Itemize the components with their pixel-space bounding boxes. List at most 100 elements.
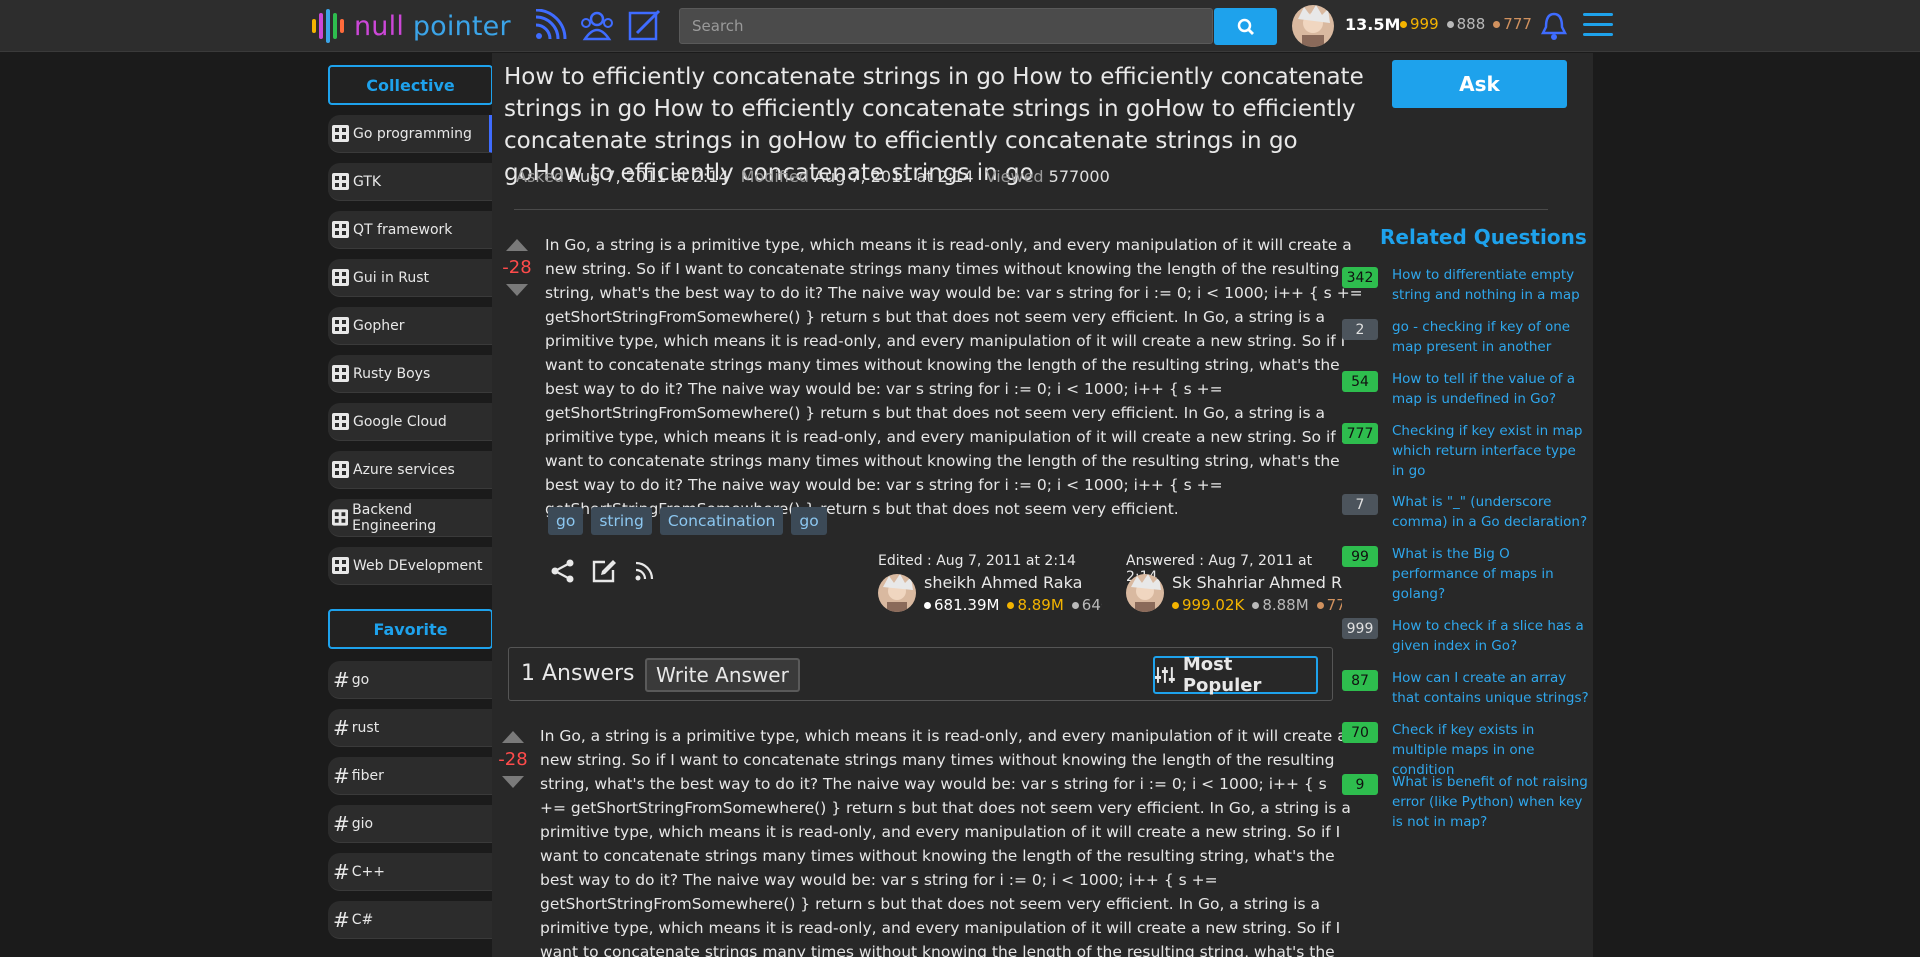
related-question-link[interactable]: What is "_" (underscore comma) in a Go d… — [1392, 492, 1592, 532]
collective-icon — [332, 365, 349, 382]
answers-header: 1 Answers Write Answer Most Populer — [508, 647, 1333, 701]
avatar-image — [1126, 574, 1164, 612]
gold-badge: 999 — [1400, 15, 1439, 33]
favorite-item[interactable]: # go — [328, 661, 493, 699]
related-question-link[interactable]: Checking if key exist in map which retur… — [1392, 421, 1592, 481]
answerer-bronze: 777 — [1316, 596, 1342, 614]
answerer-avatar[interactable] — [1126, 574, 1164, 612]
search-button[interactable] — [1214, 8, 1277, 45]
editor-rep: 681.39M — [924, 596, 999, 614]
edit-icon[interactable] — [591, 558, 617, 584]
tag[interactable]: go — [548, 507, 584, 535]
editor-name[interactable]: sheikh Ahmed Raka — [924, 573, 1082, 592]
favorite-item[interactable]: # C# — [328, 901, 493, 939]
answerer-silver-value: 8.88M — [1262, 596, 1309, 614]
collective-item[interactable]: Go programming — [328, 115, 493, 153]
collective-item[interactable]: Backend Engineering — [328, 499, 493, 537]
related-question-link[interactable]: How to differentiate empty string and no… — [1392, 265, 1592, 305]
related-question-link[interactable]: How can I create an array that contains … — [1392, 668, 1592, 708]
ask-button[interactable]: Ask — [1392, 60, 1567, 108]
collective-item[interactable]: Web DEvelopment — [328, 547, 493, 585]
collective-heading[interactable]: Collective — [328, 65, 493, 105]
answerer-card: Answered : Aug 7, 2011 at 2:14 Sk Shahri… — [1120, 553, 1342, 623]
editor-avatar[interactable] — [878, 574, 916, 612]
related-question-link[interactable]: go - checking if key of one map present … — [1392, 317, 1592, 357]
collective-label: GTK — [353, 173, 382, 190]
collective-label: Azure services — [353, 461, 455, 478]
favorite-label: C++ — [351, 863, 386, 880]
user-avatar[interactable] — [1292, 5, 1334, 47]
answerer-stats: 999.02K 8.88M 777 — [1172, 596, 1342, 614]
collective-icon — [332, 413, 349, 430]
upvote-icon[interactable] — [502, 731, 524, 743]
collective-item[interactable]: GTK — [328, 163, 493, 201]
favorite-item[interactable]: # gio — [328, 805, 493, 843]
edit-icon[interactable] — [627, 9, 663, 43]
collective-item[interactable]: Gui in Rust — [328, 259, 493, 297]
search-input[interactable] — [679, 8, 1213, 44]
collective-item[interactable]: QT framework — [328, 211, 493, 249]
question-meta: Asked Aug 7, 2011 at 2:14 Modified Aug 7… — [516, 167, 1110, 186]
rss-icon[interactable] — [632, 558, 658, 584]
question-actions — [550, 558, 658, 584]
left-sidebar: Collective Go programming GTK QT framework… — [328, 53, 493, 957]
bell-icon[interactable] — [1540, 11, 1568, 41]
share-icon[interactable] — [550, 558, 576, 584]
related-question-link[interactable]: What is the Big O performance of maps in… — [1392, 544, 1592, 604]
sort-label: Most Populer — [1182, 654, 1262, 696]
related-question-link[interactable]: Check if key exists in multiple maps in … — [1392, 720, 1592, 780]
edited-label: Edited : Aug 7, 2011 at 2:14 — [878, 553, 1076, 569]
favorite-item[interactable]: # fiber — [328, 757, 493, 795]
user-badges: 999 888 777 — [1400, 15, 1532, 33]
collective-icon — [332, 221, 349, 238]
gold-count: 999 — [1410, 15, 1439, 33]
collective-icon — [332, 461, 349, 478]
collective-icon — [332, 509, 349, 526]
user-reputation: 13.5M — [1345, 15, 1401, 34]
collective-item[interactable]: Rusty Boys — [328, 355, 493, 393]
favorite-item[interactable]: # C++ — [328, 853, 493, 891]
avatar-image — [1292, 5, 1334, 47]
collective-label: Gopher — [353, 317, 405, 334]
collective-item[interactable]: Google Cloud — [328, 403, 493, 441]
editor-gold-value: 8.89M — [1017, 596, 1064, 614]
answerer-gold-value: 999.02K — [1182, 596, 1245, 614]
hash-icon: # — [333, 859, 350, 884]
collective-label: QT framework — [353, 221, 453, 238]
related-question-link[interactable]: How to tell if the value of a map is und… — [1392, 369, 1592, 409]
hash-icon: # — [333, 715, 350, 740]
silver-badge: 888 — [1446, 15, 1486, 33]
answer-count-badge: 9 — [1342, 774, 1378, 795]
menu-icon[interactable] — [1583, 13, 1613, 39]
vote-count: -28 — [502, 257, 532, 278]
modified-date: Aug 7, 2011 at 2:14 — [814, 167, 974, 186]
downvote-icon[interactable] — [502, 776, 524, 788]
brand-part1: null — [354, 10, 405, 42]
related-question-link[interactable]: What is benefit of not raising error (li… — [1392, 772, 1592, 832]
viewed-count: 577000 — [1048, 167, 1110, 186]
collective-item[interactable]: Gopher — [328, 307, 493, 345]
upvote-icon[interactable] — [506, 239, 528, 251]
write-answer-button[interactable]: Write Answer — [645, 658, 800, 692]
logo[interactable]: null pointer — [312, 6, 511, 46]
silver-count: 888 — [1456, 15, 1486, 33]
hash-icon: # — [333, 763, 350, 788]
answer-count-badge: 87 — [1342, 670, 1378, 691]
answer-body: In Go, a string is a primitive type, whi… — [540, 727, 1351, 957]
answerer-bronze-value: 777 — [1326, 596, 1342, 614]
related-question-link[interactable]: How to check if a slice has a given inde… — [1392, 616, 1592, 656]
asked-label: Asked — [516, 167, 564, 186]
users-icon[interactable] — [579, 9, 615, 43]
collective-item[interactable]: Azure services — [328, 451, 493, 489]
sort-button[interactable]: Most Populer — [1153, 654, 1318, 696]
feed-icon[interactable] — [532, 9, 568, 43]
tag[interactable]: Concatination — [659, 507, 784, 535]
tag[interactable]: string — [591, 507, 652, 535]
bronze-badge: 777 — [1493, 15, 1532, 33]
answerer-name[interactable]: Sk Shahriar Ahmed Raka — [1172, 573, 1342, 592]
favorite-heading[interactable]: Favorite — [328, 609, 493, 649]
tag[interactable]: go — [791, 507, 827, 535]
favorite-item[interactable]: # rust — [328, 709, 493, 747]
answer-count-badge: 99 — [1342, 546, 1378, 567]
downvote-icon[interactable] — [506, 284, 528, 296]
